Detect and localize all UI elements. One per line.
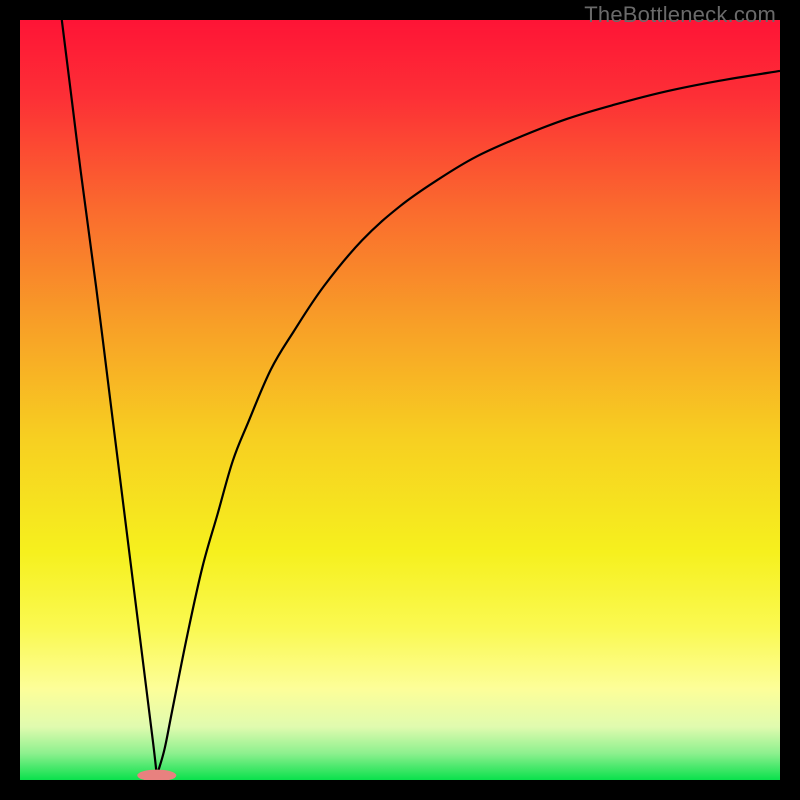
chart-frame bbox=[20, 20, 780, 780]
gradient-bg bbox=[20, 20, 780, 780]
watermark-text: TheBottleneck.com bbox=[584, 2, 776, 28]
minimum-marker bbox=[138, 770, 176, 780]
bottleneck-chart bbox=[20, 20, 780, 780]
